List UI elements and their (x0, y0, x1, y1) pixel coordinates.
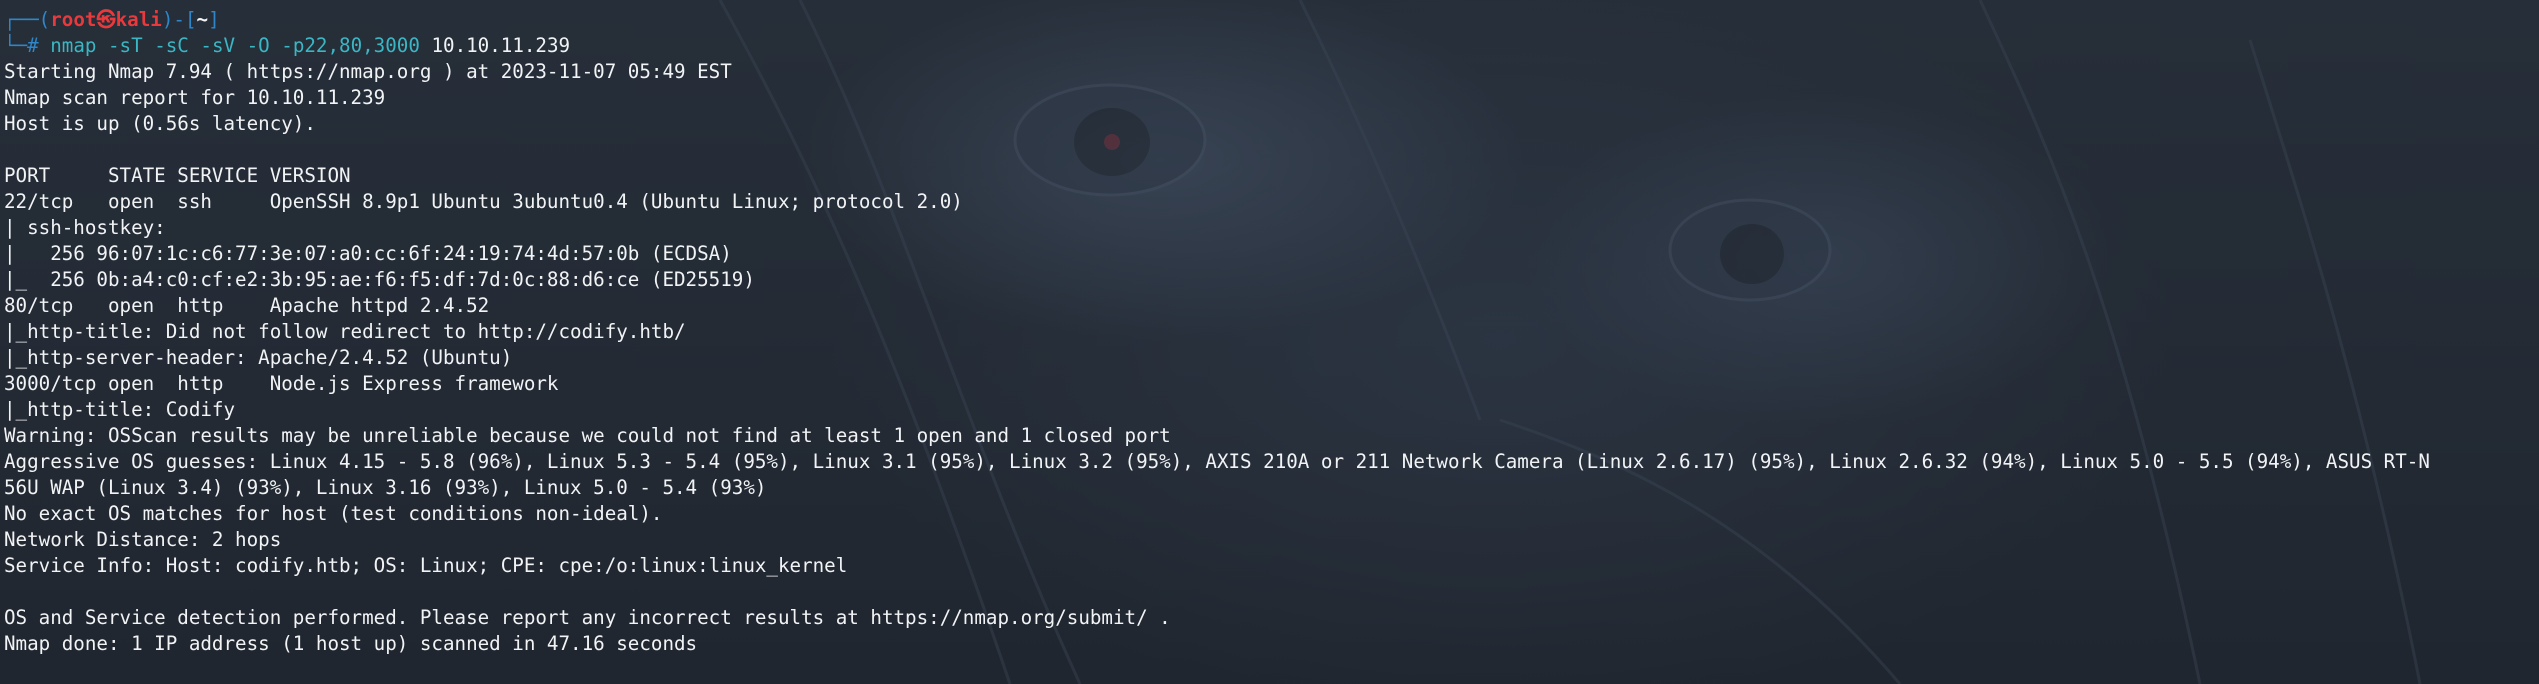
output-line: | ssh-hostkey: (4, 216, 166, 239)
output-line: Aggressive OS guesses: Linux 4.15 - 5.8 … (4, 450, 2430, 473)
prompt-line-command: └─# nmap -sT -sC -sV -O -p22,80,3000 10.… (4, 33, 2430, 59)
prompt-root-symbol: # (27, 34, 39, 57)
output-line: 80/tcp open http Apache httpd 2.4.52 (4, 294, 490, 317)
prompt-box-corner: ┌──( (4, 8, 51, 31)
prompt-hostname: kali (115, 8, 162, 31)
output-line: Nmap scan report for 10.10.11.239 (4, 86, 386, 109)
output-line: | 256 96:07:1c:c6:77:3e:07:a0:cc:6f:24:1… (4, 242, 732, 265)
output-line: |_http-title: Codify (4, 398, 236, 421)
output-line: 56U WAP (Linux 3.4) (93%), Linux 3.16 (9… (4, 476, 767, 499)
output-line: |_ 256 0b:a4:c0:cf:e2:3b:95:ae:f6:f5:df:… (4, 268, 755, 291)
prompt-line-top: ┌──(root㉿kali)-[~] (4, 7, 2430, 33)
output-line: 3000/tcp open http Node.js Express frame… (4, 372, 559, 395)
output-line: |_http-server-header: Apache/2.4.52 (Ubu… (4, 346, 513, 369)
terminal-output[interactable]: ┌──(root㉿kali)-[~] └─# nmap -sT -sC -sV -… (4, 7, 2430, 657)
prompt-box-separator: )-[ (161, 8, 197, 31)
prompt-box-corner-bottom: └─ (4, 34, 28, 57)
output-line: 22/tcp open ssh OpenSSH 8.9p1 Ubuntu 3ub… (4, 190, 963, 213)
command-text: nmap -sT -sC -sV -O -p22,80,3000 (50, 34, 420, 57)
prompt-cwd: ~ (196, 8, 209, 31)
prompt-box-close: ] (208, 8, 220, 31)
output-line: Host is up (0.56s latency). (4, 112, 316, 135)
output-line: No exact OS matches for host (test condi… (4, 502, 663, 525)
terminal-window[interactable]: ┌──(root㉿kali)-[~] └─# nmap -sT -sC -sV -… (0, 0, 2539, 684)
output-line: Network Distance: 2 hops (4, 528, 282, 551)
prompt-at-symbol: ㉿ (96, 8, 116, 31)
prompt-username: root (50, 8, 97, 31)
output-line: PORT STATE SERVICE VERSION (4, 164, 351, 187)
command-target-ip: 10.10.11.239 (431, 34, 571, 57)
output-line: Starting Nmap 7.94 ( https://nmap.org ) … (4, 60, 732, 83)
output-line: OS and Service detection performed. Plea… (4, 606, 1171, 629)
output-line: Nmap done: 1 IP address (1 host up) scan… (4, 632, 698, 655)
output-line: Service Info: Host: codify.htb; OS: Linu… (4, 554, 848, 577)
output-line: |_http-title: Did not follow redirect to… (4, 320, 686, 343)
output-line: Warning: OSScan results may be unreliabl… (4, 424, 1171, 447)
